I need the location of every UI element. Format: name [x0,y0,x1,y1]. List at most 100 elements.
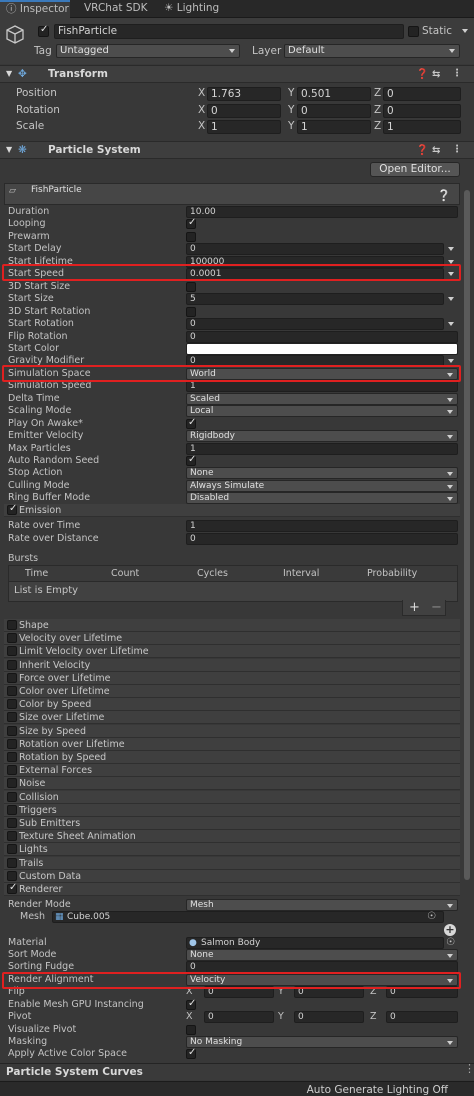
module-lights[interactable]: Lights [4,843,460,857]
more-options-icon[interactable]: ⋮ [452,145,462,155]
custom-data-checkbox[interactable] [7,870,17,881]
object-picker-icon[interactable]: ☉ [427,911,436,922]
culling-mode-dropdown[interactable]: Always Simulate [186,479,458,492]
emitter-velocity-dropdown[interactable]: Rigidbody [186,430,458,443]
render-mode-dropdown[interactable]: Mesh [186,899,458,911]
tag-dropdown[interactable]: Untagged [56,44,240,58]
pivot-y-field[interactable]: 0 [294,1011,364,1023]
module-velocity-over-lifetime[interactable]: Velocity over Lifetime [4,632,460,646]
rotation-over-lifetime-checkbox[interactable] [7,738,17,749]
module-rotation-by-speed[interactable]: Rotation by Speed [4,751,460,764]
particle-system-header[interactable]: ▼ ❋ Particle System ❓ ⇆ ⋮ [0,141,474,159]
curve-mode-chevron-icon[interactable] [448,359,454,364]
module-texture-sheet-animation[interactable]: Texture Sheet Animation [4,830,460,844]
shape-checkbox[interactable] [7,620,17,630]
module-trails[interactable]: Trails [4,856,460,870]
start-delay-field[interactable]: 0 [186,243,444,256]
module-sub-emitters[interactable]: Sub Emitters [4,817,460,830]
module-force-over-lifetime[interactable]: Force over Lifetime [4,671,460,685]
tab-vrchat-sdk[interactable]: VRChat SDK [84,0,152,18]
module-collision[interactable]: Collision [4,790,460,804]
rotation-x-field[interactable]: 0 [207,103,281,118]
scale-z-field[interactable]: 1 [383,120,461,134]
prewarm-checkbox[interactable] [186,231,196,242]
limit-velocity-over-lifetime-checkbox[interactable] [7,646,17,657]
add-module-plus-icon[interactable]: ❔ [437,189,451,202]
start-color-color-swatch[interactable] [186,342,458,355]
module-color-by-speed[interactable]: Color by Speed [4,698,460,712]
lights-checkbox[interactable] [7,844,17,855]
3d-start-size-checkbox[interactable] [186,281,196,292]
tab-inspector[interactable]: ⓘ Inspector [0,0,70,18]
simulation-speed-field[interactable]: 1 [186,380,458,393]
preset-icon[interactable]: ⇆ [432,70,440,80]
noise-checkbox[interactable] [7,778,17,789]
collision-checkbox[interactable] [7,791,17,802]
triggers-checkbox[interactable] [7,804,17,815]
trails-checkbox[interactable] [7,857,17,868]
texture-sheet-animation-checkbox[interactable] [7,831,17,842]
static-dropdown-chevron-icon[interactable] [462,29,468,33]
layer-dropdown[interactable]: Default [284,44,460,58]
stop-action-dropdown[interactable]: None [186,467,458,480]
duration-field[interactable]: 10.00 [186,206,458,218]
scale-y-field[interactable]: 1 [297,120,371,134]
size-by-speed-checkbox[interactable] [7,725,17,736]
delta-time-dropdown[interactable]: Scaled [186,392,458,405]
force-over-lifetime-checkbox[interactable] [7,672,17,683]
mesh-object-field[interactable]: ▦ Cube.005 [52,911,444,923]
preset-icon[interactable]: ⇆ [432,146,440,156]
curves-header[interactable]: Particle System Curves ⋮ [0,1062,474,1080]
external-forces-checkbox[interactable] [7,765,17,776]
inherit-velocity-checkbox[interactable] [7,659,17,670]
start-rotation-field[interactable]: 0 [186,318,444,331]
renderer-checkbox[interactable] [7,882,17,894]
renderer-module-header[interactable]: Renderer [4,882,460,896]
curve-mode-chevron-icon[interactable] [448,322,454,327]
curve-mode-chevron-icon[interactable] [448,297,454,302]
rotation-by-speed-checkbox[interactable] [7,752,17,762]
scaling-mode-dropdown[interactable]: Local [186,405,458,418]
sub-emitters-checkbox[interactable] [7,818,17,828]
help-icon[interactable]: ❓ [416,146,428,156]
object-picker-icon[interactable]: ☉ [446,937,455,948]
rate-over-distance-field[interactable]: 0 [186,533,458,545]
apply-color-space-checkbox[interactable] [186,1047,196,1059]
transform-header[interactable]: ▼ ✥ Transform ❓ ⇆ ⋮ [0,65,474,83]
pivot-x-field[interactable]: 0 [204,1011,274,1023]
position-x-field[interactable]: 1.763 [207,87,281,101]
emission-checkbox[interactable] [7,503,17,515]
module-inherit-velocity[interactable]: Inherit Velocity [4,658,460,672]
looping-checkbox[interactable] [186,217,196,230]
object-name-field[interactable]: FishParticle [54,24,404,39]
module-custom-data[interactable]: Custom Data [4,869,460,883]
visualize-pivot-checkbox[interactable] [186,1025,196,1035]
module-size-by-speed[interactable]: Size by Speed [4,724,460,738]
module-external-forces[interactable]: External Forces [4,764,460,778]
particle-system-main-module[interactable]: ▱ FishParticle ❔ [4,183,460,205]
module-rotation-over-lifetime[interactable]: Rotation over Lifetime [4,737,460,751]
ring-buffer-mode-dropdown[interactable]: Disabled [186,492,458,505]
static-checkbox[interactable] [408,26,419,37]
more-options-icon[interactable]: ⋮ [452,69,462,79]
rotation-y-field[interactable]: 0 [297,103,371,118]
rate-over-time-field[interactable]: 1 [186,520,458,532]
scale-x-field[interactable]: 1 [207,120,281,134]
flip-rotation-field[interactable]: 0 [186,330,458,343]
position-y-field[interactable]: 0.501 [297,87,371,101]
start-size-field[interactable]: 5 [186,293,444,306]
add-mesh-plus-icon[interactable]: + [444,924,456,936]
module-limit-velocity-over-lifetime[interactable]: Limit Velocity over Lifetime [4,645,460,659]
module-size-over-lifetime[interactable]: Size over Lifetime [4,711,460,725]
active-checkbox[interactable] [38,24,49,37]
module-triggers[interactable]: Triggers [4,803,460,817]
gpu-instancing-checkbox[interactable] [186,998,196,1010]
pivot-z-field[interactable]: 0 [386,1011,458,1023]
tab-lighting[interactable]: ☀ Lighting [164,0,234,18]
masking-dropdown[interactable]: No Masking [186,1036,458,1048]
color-over-lifetime-checkbox[interactable] [7,686,17,696]
scrollbar-thumb[interactable] [464,190,470,880]
3d-start-rotation-checkbox[interactable] [186,306,196,317]
velocity-over-lifetime-checkbox[interactable] [7,633,17,644]
play-on-awake-checkbox[interactable] [186,417,196,429]
